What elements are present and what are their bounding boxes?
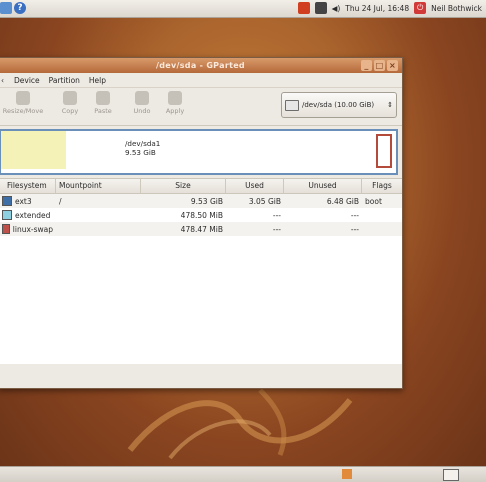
cell-flags: boot bbox=[365, 196, 382, 206]
undo-icon bbox=[135, 91, 149, 105]
shutdown-icon[interactable]: ⏻ bbox=[414, 2, 427, 14]
filesystem-label: ext3 bbox=[15, 196, 32, 206]
browser-icon[interactable] bbox=[0, 2, 12, 14]
minimize-button[interactable]: _ bbox=[361, 60, 372, 71]
device-selector[interactable]: /dev/sda (10.00 GiB) ⇕ bbox=[281, 92, 397, 118]
copy-icon bbox=[63, 91, 77, 105]
cell-filesystem: extended bbox=[0, 210, 56, 220]
clock[interactable]: Thu 24 Jul, 16:48 bbox=[345, 4, 409, 13]
partition-table-header: Filesystem Mountpoint Size Used Unused F… bbox=[0, 178, 402, 194]
window-titlebar[interactable]: /dev/sda - GParted _ □ × bbox=[0, 58, 402, 73]
menu-edit-fragment[interactable]: ‹ bbox=[1, 76, 5, 85]
cell-size: 478.50 MiB bbox=[180, 210, 223, 220]
table-row[interactable]: linux-swap 478.47 MiB --- --- bbox=[0, 222, 402, 236]
window-title: /dev/sda - GParted bbox=[156, 61, 245, 70]
partition-sda1-block[interactable] bbox=[1, 131, 66, 169]
network-icon[interactable] bbox=[314, 2, 327, 14]
filesystem-color-swatch bbox=[2, 196, 12, 206]
copy-button[interactable]: Copy bbox=[57, 91, 83, 115]
device-selector-label: /dev/sda (10.00 GiB) bbox=[302, 101, 375, 109]
cell-used: --- bbox=[272, 210, 281, 220]
table-row[interactable]: ext3 / 9.53 GiB 3.05 GiB 6.48 GiB boot bbox=[0, 194, 402, 208]
cell-filesystem: ext3 bbox=[0, 196, 56, 206]
trash-applet-icon[interactable] bbox=[342, 469, 352, 479]
filesystem-label: extended bbox=[15, 210, 51, 220]
partition-map-name: /dev/sda1 bbox=[125, 139, 161, 148]
table-row[interactable]: extended 478.50 MiB --- --- bbox=[0, 208, 402, 222]
filesystem-color-swatch bbox=[2, 224, 10, 234]
update-notifier-icon[interactable] bbox=[297, 2, 310, 14]
gparted-window: /dev/sda - GParted _ □ × ‹ Device Partit… bbox=[0, 57, 403, 389]
resize-icon bbox=[16, 91, 30, 105]
cell-unused: 6.48 GiB bbox=[326, 196, 359, 206]
selector-arrows-icon: ⇕ bbox=[387, 101, 393, 109]
close-button[interactable]: × bbox=[387, 60, 398, 71]
col-filesystem[interactable]: Filesystem bbox=[0, 179, 56, 193]
col-mountpoint[interactable]: Mountpoint bbox=[56, 179, 141, 193]
cell-mountpoint: / bbox=[59, 196, 62, 206]
user-name[interactable]: Neil Bothwick bbox=[431, 4, 482, 13]
paste-icon bbox=[96, 91, 110, 105]
undo-button[interactable]: Undo bbox=[129, 91, 155, 115]
col-used[interactable]: Used bbox=[226, 179, 284, 193]
partition-swap-block[interactable] bbox=[376, 134, 392, 168]
bottom-panel bbox=[0, 466, 486, 482]
menu-partition[interactable]: Partition bbox=[49, 76, 80, 85]
checkmark-icon bbox=[168, 91, 182, 105]
toolbar: Resize/Move Copy Paste Undo Apply /dev/s… bbox=[0, 88, 402, 126]
workspace-switcher[interactable] bbox=[443, 469, 459, 481]
cell-size: 478.47 MiB bbox=[180, 224, 223, 234]
menubar: ‹ Device Partition Help bbox=[0, 73, 402, 88]
col-unused[interactable]: Unused bbox=[284, 179, 362, 193]
cell-unused: --- bbox=[350, 224, 359, 234]
cell-filesystem: linux-swap bbox=[0, 224, 56, 234]
col-size[interactable]: Size bbox=[141, 179, 226, 193]
resize-move-button[interactable]: Resize/Move bbox=[0, 91, 47, 115]
partition-map-size: 9.53 GiB bbox=[125, 148, 156, 157]
col-flags[interactable]: Flags bbox=[362, 179, 402, 193]
top-panel: ? ◀) Thu 24 Jul, 16:48 ⏻ Neil Bothwick bbox=[0, 0, 486, 18]
cell-size: 9.53 GiB bbox=[190, 196, 223, 206]
partition-map-label: /dev/sda1 9.53 GiB bbox=[125, 139, 160, 157]
apply-button[interactable]: Apply bbox=[161, 91, 189, 115]
menu-help[interactable]: Help bbox=[89, 76, 106, 85]
cell-used: --- bbox=[272, 224, 281, 234]
cell-used: 3.05 GiB bbox=[248, 196, 281, 206]
partition-map: /dev/sda1 9.53 GiB bbox=[0, 129, 398, 175]
volume-icon[interactable]: ◀) bbox=[332, 4, 341, 13]
desktop-wallpaper-swirl bbox=[127, 388, 353, 460]
help-icon[interactable]: ? bbox=[14, 2, 26, 14]
filesystem-color-swatch bbox=[2, 210, 12, 220]
partition-table: ext3 / 9.53 GiB 3.05 GiB 6.48 GiB boot extende… bbox=[0, 194, 402, 364]
menu-device[interactable]: Device bbox=[14, 76, 40, 85]
cell-unused: --- bbox=[350, 210, 359, 220]
harddisk-icon bbox=[285, 99, 299, 111]
filesystem-label: linux-swap bbox=[12, 224, 53, 234]
paste-button[interactable]: Paste bbox=[89, 91, 117, 115]
maximize-button[interactable]: □ bbox=[374, 60, 385, 71]
